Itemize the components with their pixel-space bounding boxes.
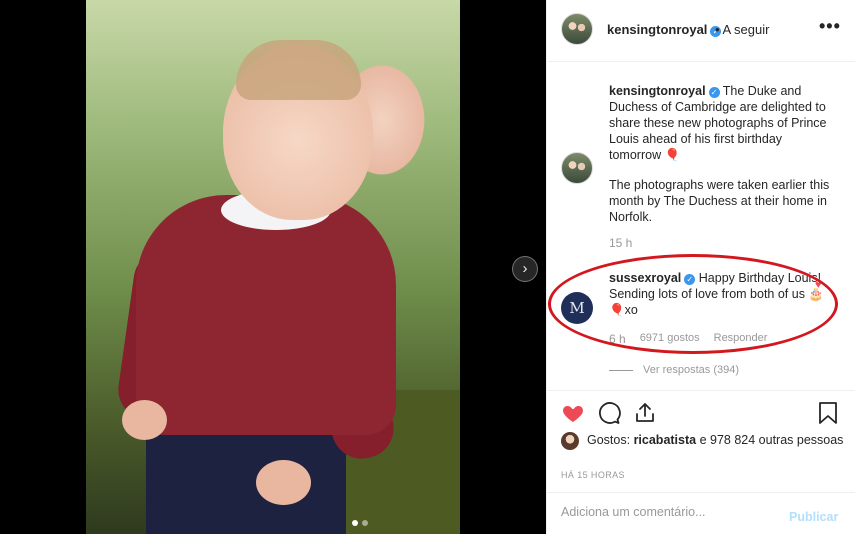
like-heart-icon[interactable] xyxy=(561,401,585,425)
following-button[interactable]: A seguir xyxy=(722,22,769,37)
caption-avatar[interactable] xyxy=(561,152,593,184)
share-icon[interactable] xyxy=(633,401,657,425)
post-header: kensingtonroyal ✓ • A seguir ••• xyxy=(547,0,855,62)
likes-summary: Gostos: ricabatista e 978 824 outras pes… xyxy=(561,432,843,450)
caption-time[interactable]: 15 h xyxy=(609,236,632,250)
carousel-dot xyxy=(362,520,368,526)
annotation-oval xyxy=(548,254,838,354)
liker-username[interactable]: ricabatista xyxy=(634,433,697,447)
media-viewer: › xyxy=(0,0,546,534)
divider xyxy=(609,369,633,371)
post-photo[interactable] xyxy=(86,0,460,534)
add-comment-bar: Publicar xyxy=(547,492,855,534)
header-username[interactable]: kensingtonroyal xyxy=(607,22,707,37)
carousel-dots xyxy=(352,520,368,526)
caption: kensingtonroyal ✓ The Duke and Duchess of… xyxy=(609,83,834,163)
comment-icon[interactable] xyxy=(597,401,621,425)
caption-text-2: The photographs were taken earlier this … xyxy=(609,178,830,224)
view-replies-label: Ver respostas (394) xyxy=(643,364,739,376)
next-arrow-icon[interactable]: › xyxy=(512,256,538,282)
caption-username[interactable]: kensingtonroyal xyxy=(609,84,706,98)
likes-others[interactable]: e 978 824 outras pessoas xyxy=(700,433,844,447)
carousel-dot xyxy=(352,520,358,526)
separator: • xyxy=(715,22,720,37)
avatar[interactable] xyxy=(561,13,593,45)
action-bar xyxy=(547,390,855,434)
bookmark-icon[interactable] xyxy=(817,401,839,425)
posted-ago[interactable]: HÁ 15 HORAS xyxy=(561,470,625,480)
liker-avatar[interactable] xyxy=(561,432,579,450)
view-replies[interactable]: Ver respostas (394) xyxy=(609,364,739,376)
post-button[interactable]: Publicar xyxy=(789,510,838,524)
likes-prefix: Gostos: xyxy=(587,433,631,447)
verified-badge-icon: ✓ xyxy=(708,87,720,98)
comment-input[interactable] xyxy=(561,505,771,519)
more-options-icon[interactable]: ••• xyxy=(819,16,841,37)
